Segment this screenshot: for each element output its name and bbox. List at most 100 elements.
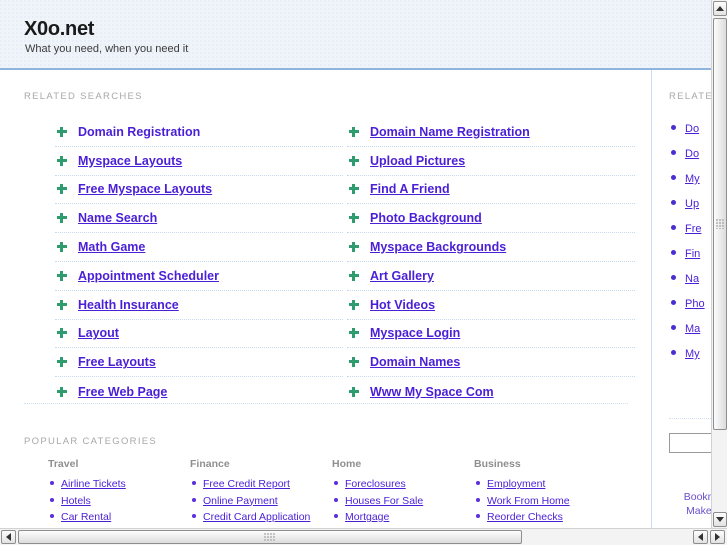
sidebar-link[interactable]: Up <box>685 198 699 210</box>
category-item[interactable]: Car Rental <box>48 508 190 525</box>
category-item[interactable]: Free Credit Report <box>190 475 332 492</box>
category-link[interactable]: Reorder Checks <box>487 511 563 523</box>
sidebar-link[interactable]: Na <box>685 273 699 285</box>
category-link[interactable]: Foreclosures <box>345 478 406 490</box>
horizontal-scrollbar-thumb[interactable] <box>18 530 522 544</box>
vertical-scrollbar-thumb[interactable] <box>713 18 727 430</box>
sidebar-link[interactable]: Pho <box>685 298 705 310</box>
scroll-left-button[interactable] <box>1 530 16 544</box>
category-item[interactable]: Foreclosures <box>332 475 474 492</box>
related-search-item[interactable]: Health Insurance <box>55 291 343 320</box>
related-search-item[interactable]: Myspace Backgrounds <box>347 233 635 262</box>
scroll-right-button[interactable] <box>710 530 725 544</box>
category-item[interactable]: Houses For Sale <box>332 492 474 509</box>
related-search-link[interactable]: Find A Friend <box>370 182 450 196</box>
sidebar-link-item[interactable]: Up <box>669 190 711 215</box>
category-item[interactable]: Work From Home <box>474 492 616 509</box>
category-link[interactable]: Airline Tickets <box>61 478 126 490</box>
category-link[interactable]: Credit Card Application <box>203 511 310 523</box>
related-search-item[interactable]: Free Myspace Layouts <box>55 176 343 205</box>
sidebar-link[interactable]: Fre <box>685 223 702 235</box>
related-search-item[interactable]: Math Game <box>55 233 343 262</box>
sparkle-bullet-icon <box>349 328 359 339</box>
related-search-item[interactable]: Hot Videos <box>347 291 635 320</box>
related-search-link[interactable]: Name Search <box>78 211 157 225</box>
sparkle-bullet-icon <box>349 242 359 253</box>
related-search-link[interactable]: Domain Name Registration <box>370 125 530 139</box>
sparkle-bullet-icon <box>57 270 67 281</box>
related-search-link[interactable]: Domain Registration <box>78 125 200 139</box>
related-search-link[interactable]: Www My Space Com <box>370 385 494 399</box>
related-search-item[interactable]: Photo Background <box>347 204 635 234</box>
sidebar-link-item[interactable]: My <box>669 340 711 365</box>
sidebar-link-item[interactable]: Pho <box>669 290 711 315</box>
related-search-link[interactable]: Upload Pictures <box>370 154 465 168</box>
category-link[interactable]: Car Rental <box>61 511 111 523</box>
sidebar-search-input[interactable] <box>669 433 711 453</box>
related-search-item[interactable]: Layout <box>55 320 343 349</box>
scroll-up-button[interactable] <box>713 1 727 16</box>
category-item[interactable]: Employment <box>474 475 616 492</box>
dot-bullet-icon <box>671 325 676 330</box>
related-search-link[interactable]: Math Game <box>78 240 145 254</box>
category-link[interactable]: Mortgage <box>345 511 389 523</box>
sidebar-link[interactable]: Do <box>685 148 699 160</box>
related-search-link[interactable]: Layout <box>78 326 119 340</box>
category-item[interactable]: Credit Card Application <box>190 508 332 525</box>
related-search-item[interactable]: Domain Names <box>347 348 635 378</box>
related-search-link[interactable]: Free Myspace Layouts <box>78 182 212 196</box>
scroll-down-button[interactable] <box>713 512 727 527</box>
sidebar-link-item[interactable]: Na <box>669 265 711 290</box>
related-search-link[interactable]: Myspace Backgrounds <box>370 240 506 254</box>
sidebar-link[interactable]: Ma <box>685 323 700 335</box>
related-search-link[interactable]: Art Gallery <box>370 269 434 283</box>
related-search-link[interactable]: Health Insurance <box>78 298 179 312</box>
sidebar-link[interactable]: My <box>685 173 700 185</box>
related-search-link[interactable]: Myspace Layouts <box>78 154 182 168</box>
related-search-link[interactable]: Free Web Page <box>78 385 167 399</box>
category-link[interactable]: Houses For Sale <box>345 495 423 507</box>
related-search-link[interactable]: Myspace Login <box>370 326 460 340</box>
category-item[interactable]: Online Payment <box>190 492 332 509</box>
related-search-item[interactable]: Upload Pictures <box>347 147 635 176</box>
related-search-item[interactable]: Domain Name Registration <box>347 118 635 147</box>
bookmark-link[interactable]: Bookmark <box>661 490 711 504</box>
make-homepage-link[interactable]: Make this <box>661 504 711 518</box>
scroll-left-button-end[interactable] <box>693 530 708 544</box>
sidebar-link[interactable]: My <box>685 348 700 360</box>
related-search-item[interactable]: Myspace Layouts <box>55 147 343 176</box>
related-search-item[interactable]: Appointment Scheduler <box>55 262 343 291</box>
related-search-link[interactable]: Free Layouts <box>78 355 156 369</box>
sidebar-link-item[interactable]: Ma <box>669 315 711 340</box>
related-search-item[interactable]: Name Search <box>55 204 343 234</box>
related-search-link[interactable]: Appointment Scheduler <box>78 269 219 283</box>
sidebar-link[interactable]: Do <box>685 123 699 135</box>
vertical-scrollbar[interactable] <box>711 0 727 528</box>
sidebar-link-item[interactable]: My <box>669 165 711 190</box>
related-search-link[interactable]: Domain Names <box>370 355 460 369</box>
category-item[interactable]: Hotels <box>48 492 190 509</box>
related-search-item[interactable]: Www My Space Com <box>347 377 635 406</box>
sidebar-link-item[interactable]: Do <box>669 140 711 165</box>
related-search-item[interactable]: Free Web Page <box>55 377 343 406</box>
horizontal-scrollbar[interactable] <box>0 528 727 545</box>
sidebar-link[interactable]: Fin <box>685 248 700 260</box>
category-link[interactable]: Free Credit Report <box>203 478 290 490</box>
related-search-item[interactable]: Free Layouts <box>55 348 343 378</box>
related-search-item[interactable]: Find A Friend <box>347 176 635 205</box>
category-item[interactable]: Airline Tickets <box>48 475 190 492</box>
related-search-item[interactable]: Domain Registration <box>55 118 343 147</box>
related-search-link[interactable]: Photo Background <box>370 211 482 225</box>
category-item[interactable]: Reorder Checks <box>474 508 616 525</box>
category-item[interactable]: Mortgage <box>332 508 474 525</box>
related-search-item[interactable]: Myspace Login <box>347 320 635 349</box>
category-link[interactable]: Online Payment <box>203 495 278 507</box>
sidebar-link-item[interactable]: Do <box>669 115 711 140</box>
category-link[interactable]: Employment <box>487 478 545 490</box>
related-search-item[interactable]: Art Gallery <box>347 262 635 291</box>
sidebar-link-item[interactable]: Fre <box>669 215 711 240</box>
related-search-link[interactable]: Hot Videos <box>370 298 435 312</box>
category-link[interactable]: Work From Home <box>487 495 570 507</box>
sidebar-link-item[interactable]: Fin <box>669 240 711 265</box>
category-link[interactable]: Hotels <box>61 495 91 507</box>
